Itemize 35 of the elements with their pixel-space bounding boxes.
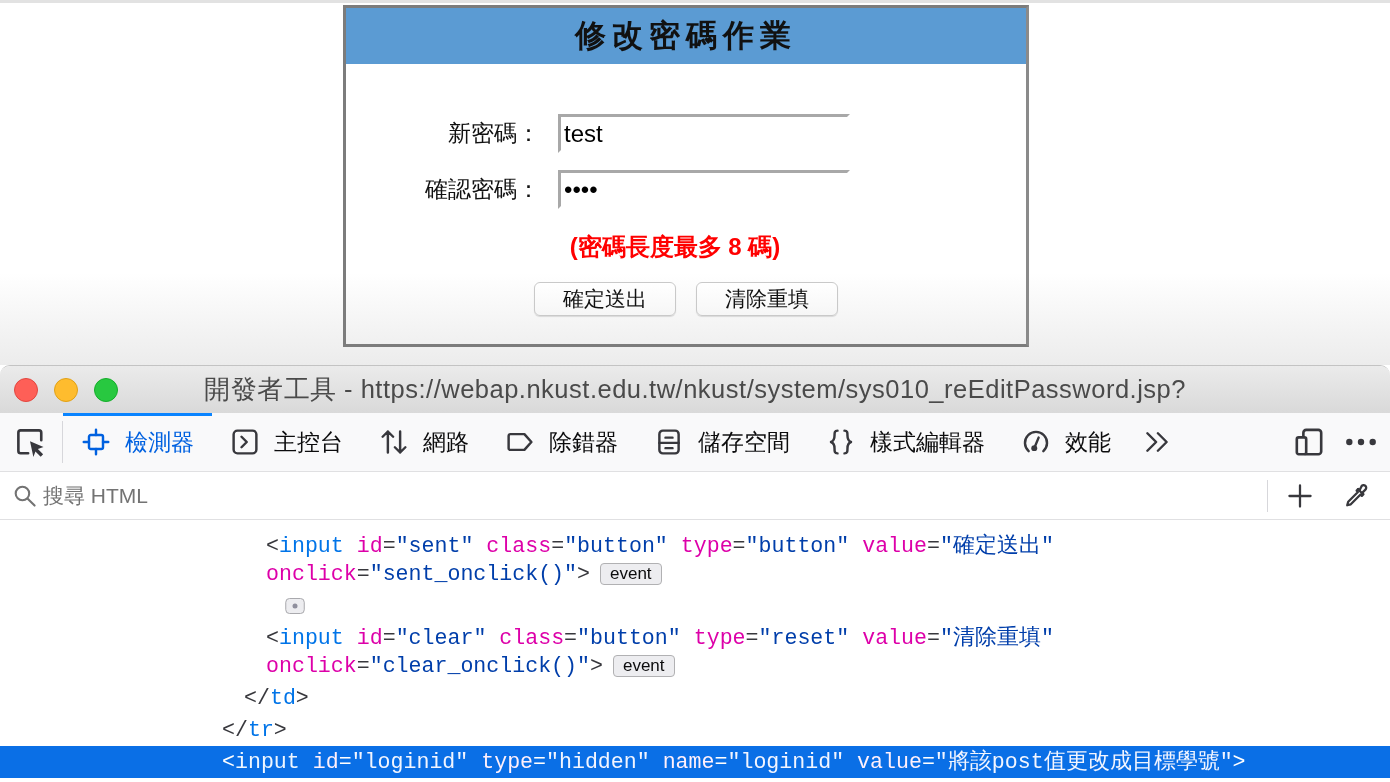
- devtools-tab[interactable]: 樣式編輯器: [808, 413, 1003, 471]
- form-title: 修改密碼作業: [575, 16, 797, 55]
- terminal-icon: [231, 428, 259, 456]
- hint-text: (密碼長度最多 8 碼): [569, 232, 781, 262]
- devtools-tab[interactable]: 網路: [361, 413, 487, 471]
- input-field[interactable]: ••••: [558, 170, 850, 209]
- markup-row[interactable]: </tr>: [0, 714, 1390, 746]
- field-label: 新密碼：: [448, 119, 540, 148]
- markup-row[interactable]: <input id="clear" class="button" type="reset" value="清除重填" onclick="clear_onclick()"> event: [0, 622, 1390, 682]
- input-field[interactable]: test: [558, 114, 850, 153]
- devtools-tab[interactable]: 儲存空間: [636, 413, 808, 471]
- event-badge[interactable]: event: [600, 563, 662, 585]
- window-title: 開發者工具 - https://webap.nkust.edu.tw/nkust/system/sys010_reEditPassword.jsp?: [204, 374, 1186, 405]
- devtools-tab[interactable]: 檢測器: [63, 413, 212, 471]
- event-badge[interactable]: event: [612, 655, 675, 677]
- plus-icon[interactable]: [1287, 482, 1313, 509]
- search-icon: [13, 483, 37, 508]
- braces-icon: [827, 428, 855, 456]
- cursor-icon[interactable]: [15, 427, 45, 457]
- search-field[interactable]: 搜尋 HTML: [43, 475, 1267, 516]
- confirm-button[interactable]: 確定送出: [534, 282, 676, 316]
- up-down-arrows-icon: [380, 428, 408, 456]
- devtools-tab[interactable]: 除錯器: [487, 413, 636, 471]
- target-frame-icon: [82, 428, 110, 456]
- markup-row[interactable]: <input id="loginid" type="hidden" name="loginid" value="將該post值更改成目標學號">: [0, 746, 1390, 778]
- close-button[interactable]: [14, 377, 38, 402]
- eyedropper-icon[interactable]: [1343, 482, 1369, 509]
- field-label: 確認密碼：: [425, 175, 540, 204]
- devices-icon[interactable]: [1294, 427, 1324, 457]
- devtools-tab[interactable]: 效能: [1003, 413, 1129, 471]
- drawer-icon: [655, 428, 683, 456]
- devtools-tab[interactable]: 主控台: [212, 413, 361, 471]
- markup-row[interactable]: <input id="sent" class="button" type="button" value="確定送出" onclick="sent_onclick()"> event: [0, 530, 1390, 590]
- clear-button[interactable]: 清除重填: [696, 282, 838, 316]
- markup-row[interactable]: </td>: [0, 682, 1390, 714]
